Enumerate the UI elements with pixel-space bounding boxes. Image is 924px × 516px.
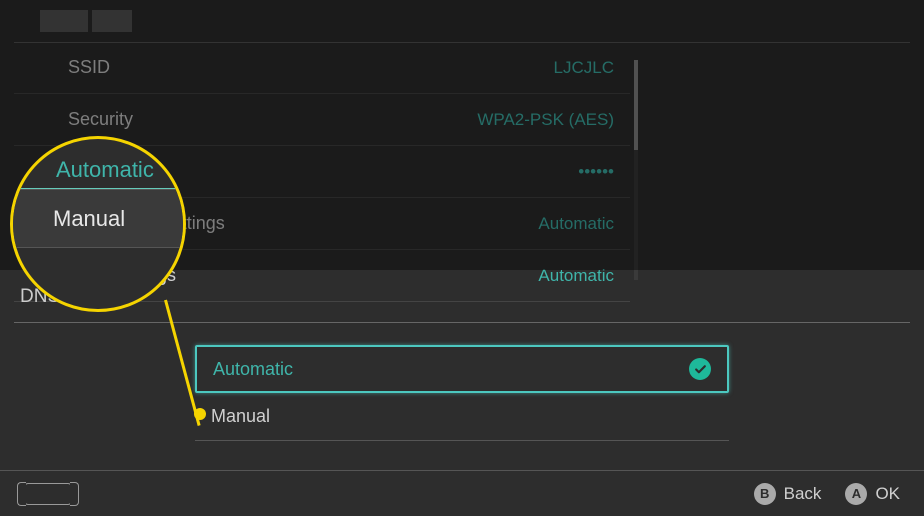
a-button-icon: A bbox=[845, 483, 867, 505]
setting-label: SSID bbox=[68, 57, 110, 78]
magnifier-option-manual: Manual bbox=[13, 189, 183, 247]
scrollbar-thumb[interactable] bbox=[634, 60, 638, 150]
check-icon bbox=[689, 358, 711, 380]
b-button-icon: B bbox=[754, 483, 776, 505]
magnifier-callout: Automatic Manual bbox=[10, 136, 186, 312]
logo-block bbox=[92, 10, 132, 32]
setting-value: WPA2-PSK (AES) bbox=[477, 110, 614, 130]
setting-label: Security bbox=[68, 109, 133, 130]
scrollbar-track[interactable] bbox=[634, 60, 638, 280]
back-button-hint[interactable]: B Back bbox=[754, 483, 822, 505]
console-icon bbox=[24, 483, 72, 505]
magnifier-blank bbox=[13, 247, 183, 305]
setting-value: Automatic bbox=[538, 214, 614, 234]
magnifier-option-automatic: Automatic bbox=[15, 143, 181, 189]
option-manual[interactable]: Manual bbox=[195, 393, 729, 441]
options-list: Automatic Manual bbox=[195, 345, 729, 441]
option-label: Automatic bbox=[213, 359, 293, 380]
callout-dot bbox=[194, 408, 206, 420]
option-automatic[interactable]: Automatic bbox=[195, 345, 729, 393]
logo-block bbox=[40, 10, 88, 32]
ok-label: OK bbox=[875, 484, 900, 504]
option-label: Manual bbox=[211, 406, 270, 427]
setting-row-ssid[interactable]: SSID LJCJLC bbox=[14, 42, 630, 94]
setting-value: LJCJLC bbox=[554, 58, 614, 78]
footer-bar: B Back A OK bbox=[0, 470, 924, 516]
ok-button-hint[interactable]: A OK bbox=[845, 483, 900, 505]
setting-value: •••••• bbox=[578, 162, 614, 182]
top-bar bbox=[0, 0, 924, 42]
back-label: Back bbox=[784, 484, 822, 504]
divider bbox=[14, 322, 910, 323]
